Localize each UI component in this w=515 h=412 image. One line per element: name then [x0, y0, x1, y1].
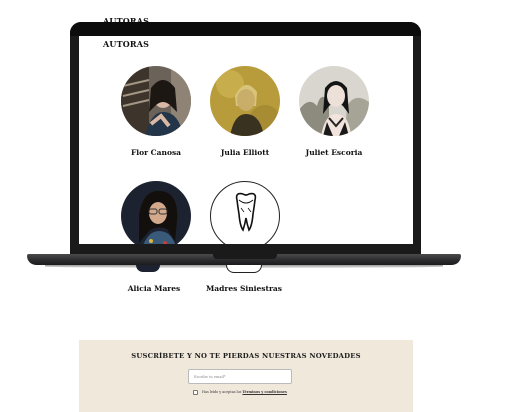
terms-text: Has leído y aceptas los [202, 390, 242, 394]
tooth-icon [235, 192, 257, 232]
terms-row: Has leído y aceptas los Términos y condi… [193, 389, 287, 395]
laptop-notch [213, 254, 277, 259]
portrait-photo-icon [121, 181, 191, 244]
email-field[interactable] [188, 369, 292, 384]
author-name-madres-siniestras[interactable]: Madres Siniestras [184, 284, 304, 293]
laptop-bezel [70, 22, 421, 36]
portrait-photo-icon [210, 66, 280, 136]
author-photo-flor-canosa[interactable] [121, 66, 191, 136]
screen-section-title: AUTORAS [103, 39, 150, 49]
author-name-juliet-escoria[interactable]: Juliet Escoria [274, 148, 394, 157]
author-photo-alicia-mares-bottom[interactable] [136, 265, 160, 272]
terms-link[interactable]: Términos y condiciones [242, 390, 287, 394]
author-photo-julia-elliott[interactable] [210, 66, 280, 136]
author-photo-alicia-mares[interactable] [121, 181, 191, 244]
portrait-photo-icon [121, 66, 191, 136]
newsletter-title: SUSCRÍBETE Y NO TE PIERDAS NUESTRAS NOVE… [131, 352, 361, 360]
author-photo-madres-siniestras[interactable] [210, 181, 280, 244]
author-photo-juliet-escoria[interactable] [299, 66, 369, 136]
laptop-screen: AUTORAS Flor Canosa Julia Elliott Juliet… [79, 36, 413, 244]
portrait-photo-icon [299, 66, 369, 136]
newsletter-section: SUSCRÍBETE Y NO TE PIERDAS NUESTRAS NOVE… [79, 340, 413, 412]
terms-checkbox[interactable] [193, 389, 198, 395]
author-photo-madres-siniestras-bottom[interactable] [226, 265, 262, 273]
